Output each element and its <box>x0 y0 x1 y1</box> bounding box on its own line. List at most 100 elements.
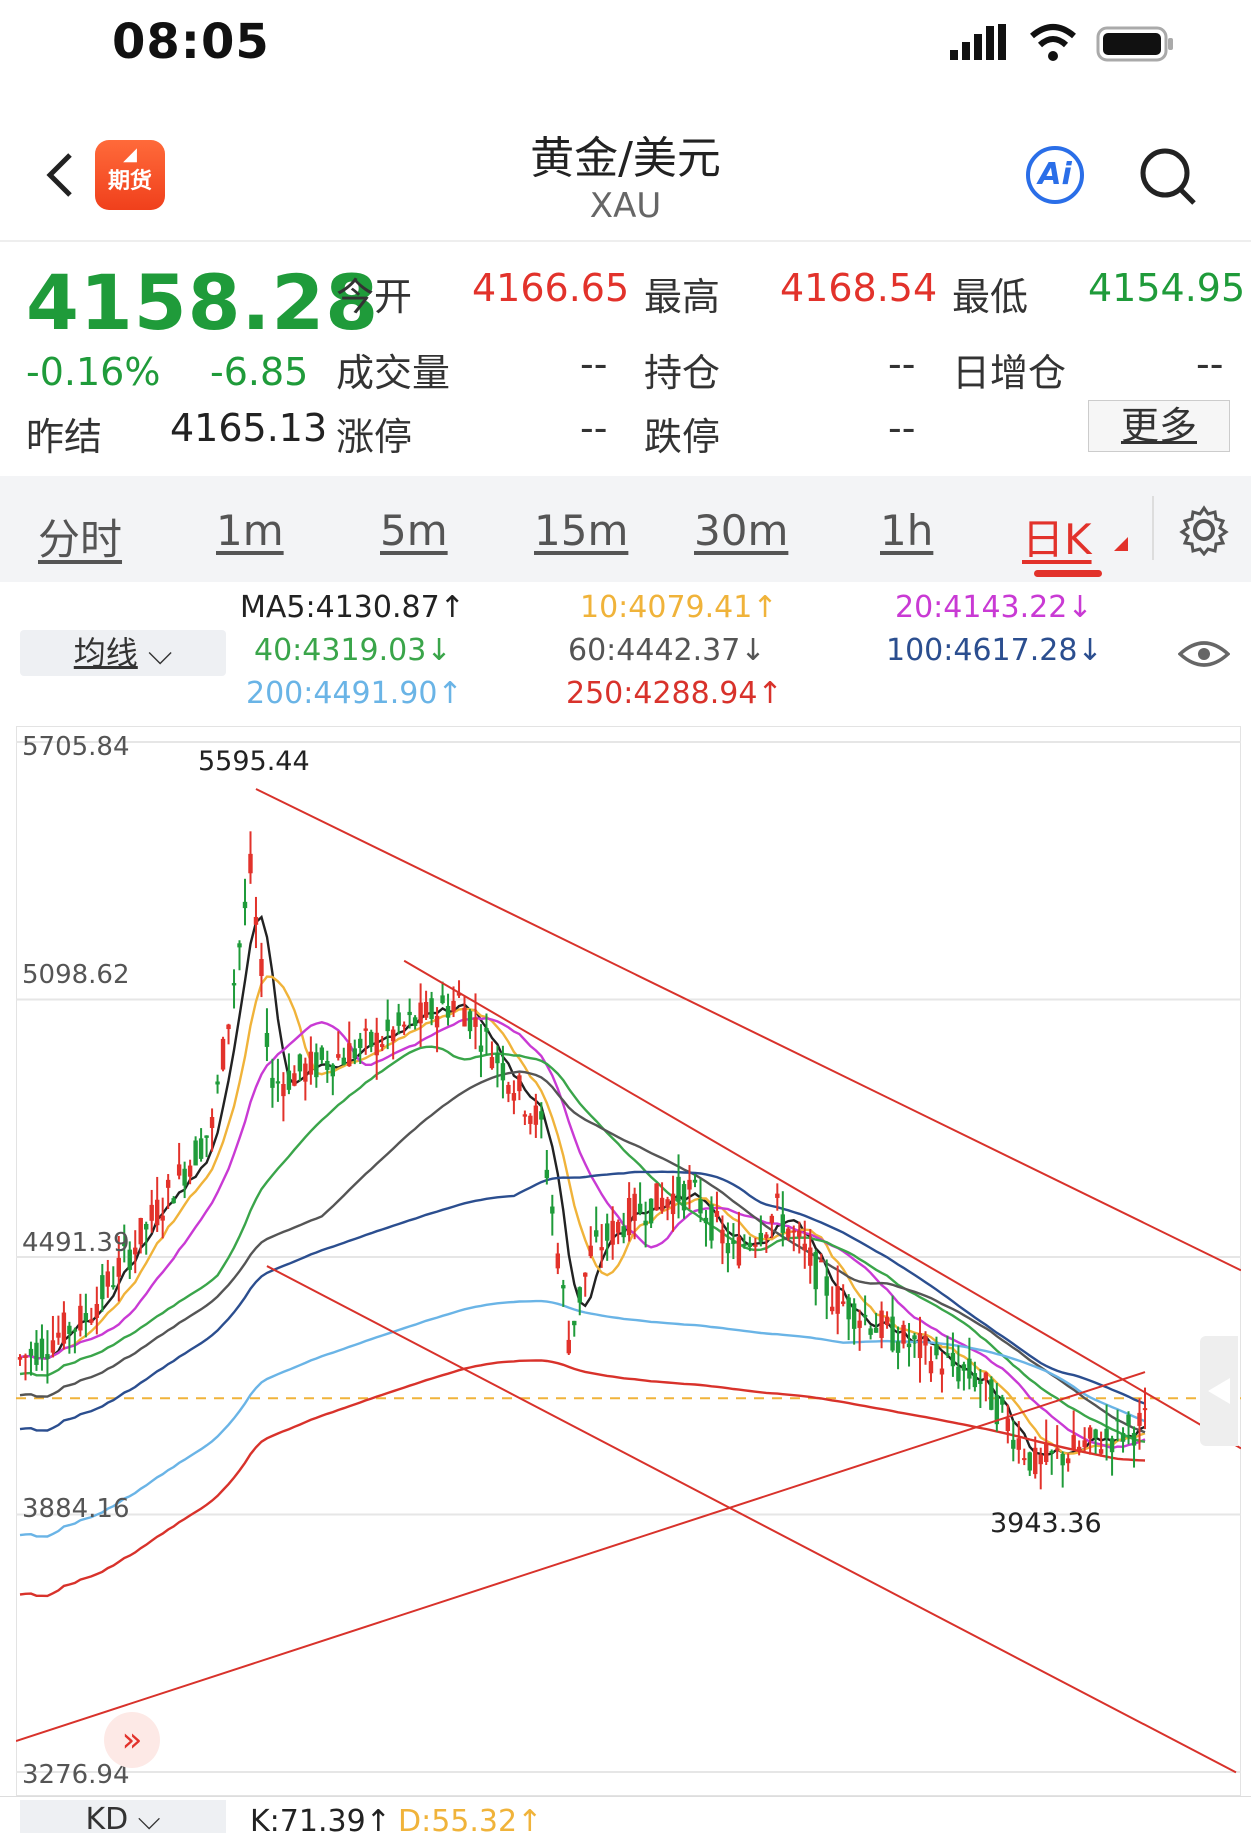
candle-body <box>1104 1428 1109 1439</box>
candle-body <box>676 1176 681 1202</box>
candle-body <box>385 1019 390 1032</box>
candle-body <box>956 1366 961 1382</box>
candle-body <box>533 1105 539 1125</box>
candle-body <box>308 1051 314 1075</box>
y-tick-label: 3276.94 <box>22 1760 130 1790</box>
candle-body <box>1109 1438 1115 1453</box>
candle-body <box>264 1032 270 1047</box>
candle-body <box>725 1243 731 1254</box>
candle-body <box>884 1316 890 1326</box>
candle-body <box>654 1183 659 1211</box>
candle-body <box>709 1204 714 1241</box>
more-button[interactable]: 更多 <box>1088 400 1230 452</box>
candle-body <box>1000 1397 1005 1405</box>
candle-body <box>325 1060 330 1070</box>
candle-body <box>873 1327 879 1333</box>
candle-body <box>797 1230 802 1237</box>
candle-body <box>369 1031 374 1047</box>
ma-selector-button[interactable]: 均线 ⌵ <box>20 630 226 676</box>
candle-body <box>401 1024 407 1027</box>
kd-k-value: K:71.39↑ <box>250 1804 391 1839</box>
ma40-value: 40:4319.03↓ <box>254 633 452 668</box>
candle-body <box>610 1220 615 1245</box>
candle-body <box>314 1052 319 1078</box>
candle-body <box>1060 1453 1065 1466</box>
indicator-selector-button[interactable]: KD ⌵ <box>20 1800 226 1837</box>
candle-body <box>511 1093 517 1101</box>
candle-body <box>83 1313 89 1321</box>
candle-body <box>116 1257 121 1277</box>
candle-body <box>566 1339 571 1354</box>
tab-1m[interactable]: 1m <box>216 506 284 555</box>
candle-body <box>423 1001 429 1018</box>
candle-body <box>144 1223 149 1230</box>
candle-body <box>868 1328 873 1335</box>
candle-body <box>133 1247 138 1255</box>
candle-body <box>972 1373 978 1388</box>
max-price-label: 5595.44 <box>198 746 310 777</box>
candle-body <box>358 1038 363 1048</box>
candle-body <box>961 1364 967 1371</box>
candle-body <box>978 1380 983 1385</box>
candle-body <box>1011 1439 1016 1449</box>
scroll-handle[interactable] <box>1200 1336 1238 1446</box>
chevron-down-icon: ⌵ <box>147 634 173 672</box>
candle-body <box>489 1057 495 1069</box>
candle-body <box>714 1211 720 1217</box>
tab-15m[interactable]: 15m <box>534 506 628 555</box>
tab-daily-k[interactable]: 日K <box>1022 506 1092 567</box>
oi-change-label: 日增仓 <box>952 351 1067 395</box>
limit-down-label: 跌停 <box>644 415 721 459</box>
candle-body <box>347 1043 352 1067</box>
candle-body <box>374 1032 379 1056</box>
candle-body <box>736 1237 742 1266</box>
candle-body <box>451 1000 456 1012</box>
candle-body <box>484 1028 489 1032</box>
tab-30m[interactable]: 30m <box>694 506 788 555</box>
candle-body <box>934 1344 939 1356</box>
high-value: 4168.54 <box>780 266 938 310</box>
candle-body <box>1082 1440 1087 1448</box>
candle-body <box>1065 1458 1071 1464</box>
candle-body <box>808 1247 813 1266</box>
eye-icon[interactable] <box>1177 636 1231 672</box>
search-icon[interactable] <box>1138 146 1198 208</box>
candle-body <box>731 1240 736 1244</box>
tab-1h[interactable]: 1h <box>880 506 933 555</box>
candle-body <box>215 1081 220 1085</box>
candle-body <box>912 1335 917 1340</box>
candle-body <box>396 1012 401 1026</box>
candle-body <box>248 853 253 874</box>
candle-body <box>692 1179 698 1183</box>
tab-intraday[interactable]: 分时 <box>38 506 122 567</box>
candle-body <box>775 1193 780 1198</box>
open-value: 4166.65 <box>472 266 630 310</box>
y-tick-label: 5098.62 <box>22 960 130 990</box>
candle-body <box>1098 1449 1104 1454</box>
candle-body <box>259 959 264 976</box>
open-label: 今开 <box>336 275 413 319</box>
kline-chart[interactable] <box>15 725 1242 1797</box>
high-label: 最高 <box>644 275 721 319</box>
candle-body <box>879 1310 884 1338</box>
tab-5m[interactable]: 5m <box>380 506 448 555</box>
candle-body <box>1005 1418 1011 1431</box>
ai-button[interactable]: Ai <box>1026 146 1084 204</box>
candle-body <box>528 1115 533 1124</box>
y-tick-label: 4491.39 <box>22 1228 130 1258</box>
ma-selector-label: 均线 <box>73 634 138 672</box>
candle-body <box>1027 1452 1032 1471</box>
candle-body <box>522 1114 528 1117</box>
candle-body <box>209 1117 215 1128</box>
candle-body <box>1016 1438 1021 1450</box>
candle-body <box>753 1244 758 1247</box>
low-label: 最低 <box>952 275 1029 319</box>
candle-body <box>286 1070 292 1090</box>
candle-body <box>791 1230 796 1233</box>
settings-icon[interactable] <box>1178 504 1230 557</box>
candle-body <box>407 1011 412 1016</box>
expand-chart-button[interactable]: » <box>104 1712 160 1768</box>
candle-body <box>500 1063 506 1081</box>
candle-body <box>928 1361 934 1374</box>
candle-body <box>1044 1442 1049 1462</box>
